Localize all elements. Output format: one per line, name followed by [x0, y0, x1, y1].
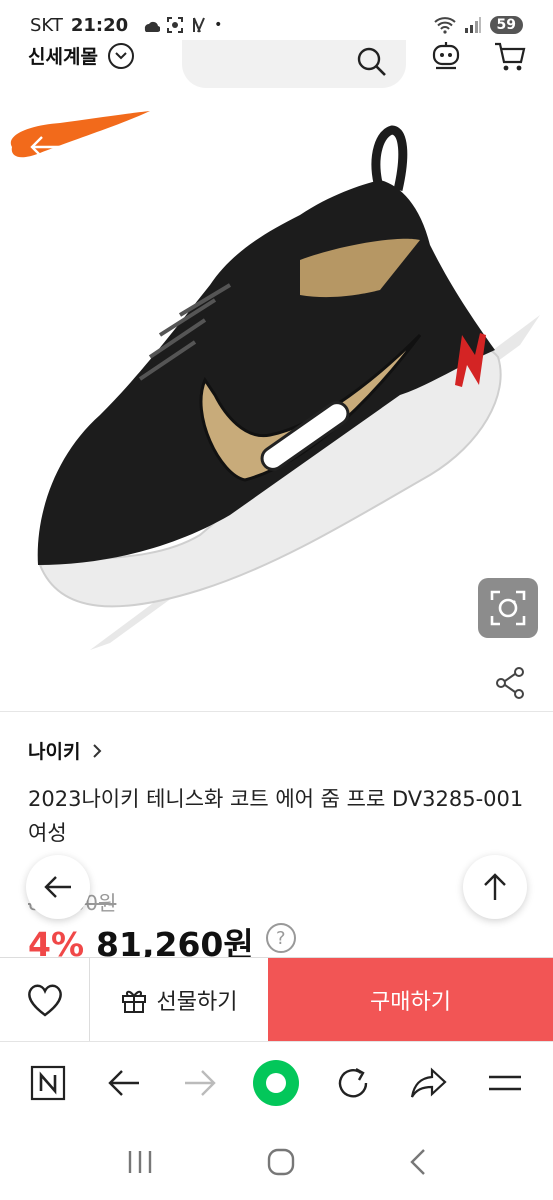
arrow-right-icon	[185, 1069, 217, 1096]
sneaker-illustration	[10, 111, 540, 650]
mall-brand[interactable]: 신세계몰	[28, 42, 134, 69]
cart-icon[interactable]	[493, 40, 527, 72]
naver-home-button[interactable]	[23, 1058, 73, 1108]
product-title: 2023나이키 테니스화 코트 에어 줌 프로 DV3285-001 여성	[28, 787, 524, 845]
carrier-label: SKT	[30, 14, 63, 36]
menu-button[interactable]	[480, 1058, 530, 1108]
purchase-bar: 선물하기 구매하기	[0, 957, 553, 1041]
mall-brand-label: 신세계몰	[28, 46, 98, 68]
battery-indicator: 59	[489, 16, 523, 34]
recent-apps-icon[interactable]	[126, 1149, 154, 1175]
price-row: 4% 81,260원 ?	[28, 918, 296, 964]
search-icon[interactable]	[356, 46, 388, 78]
naver-n-icon	[30, 1065, 66, 1100]
no-data-icon	[193, 17, 206, 33]
wishlist-button[interactable]	[0, 958, 90, 1041]
browser-forward-button[interactable]	[175, 1058, 225, 1108]
share-arrow-icon	[410, 1066, 447, 1098]
brand-name: 나이키	[28, 741, 81, 763]
notification-icon[interactable]	[431, 40, 461, 72]
hamburger-icon	[488, 1075, 521, 1090]
browser-back-button[interactable]	[99, 1058, 149, 1108]
green-dot-icon	[253, 1059, 300, 1106]
gift-button[interactable]: 선물하기	[90, 958, 268, 1041]
arrow-left-icon	[44, 876, 71, 898]
home-icon[interactable]	[266, 1147, 296, 1177]
browser-share-button[interactable]	[404, 1058, 454, 1108]
weather-icon	[145, 21, 161, 33]
dot-icon: •	[214, 17, 223, 33]
system-back-icon[interactable]	[409, 1148, 427, 1176]
scroll-top-button[interactable]	[463, 855, 527, 919]
scan-icon	[167, 17, 184, 33]
gift-label: 선물하기	[156, 989, 238, 1015]
image-search-icon	[490, 590, 526, 626]
buy-button[interactable]: 구매하기	[268, 958, 553, 1041]
divider	[0, 711, 553, 712]
wifi-icon	[433, 17, 456, 34]
product-image[interactable]	[0, 95, 553, 710]
search-bar[interactable]	[182, 40, 406, 88]
arrow-left-icon	[108, 1069, 140, 1096]
android-nav-bar	[0, 1123, 553, 1200]
chevron-down-icon[interactable]	[107, 42, 134, 69]
chevron-right-icon	[93, 743, 102, 758]
signal-icon	[464, 17, 481, 33]
reload-icon	[338, 1067, 367, 1097]
naver-green-dot-button[interactable]	[251, 1058, 301, 1108]
help-icon[interactable]: ?	[265, 923, 296, 953]
clock: 21:20	[70, 14, 129, 36]
image-search-button[interactable]	[478, 578, 538, 638]
browser-toolbar	[0, 1041, 553, 1123]
heart-icon	[27, 984, 62, 1016]
reload-button[interactable]	[328, 1058, 378, 1108]
app-header: 신세계몰	[0, 34, 553, 90]
arrow-up-icon	[484, 873, 506, 900]
buy-label: 구매하기	[370, 989, 451, 1015]
floating-back-button[interactable]	[26, 855, 90, 919]
brand-link[interactable]: 나이키	[28, 737, 102, 764]
image-back-arrow-icon[interactable]	[28, 134, 64, 160]
gift-icon	[121, 990, 146, 1013]
share-icon[interactable]	[494, 666, 526, 700]
